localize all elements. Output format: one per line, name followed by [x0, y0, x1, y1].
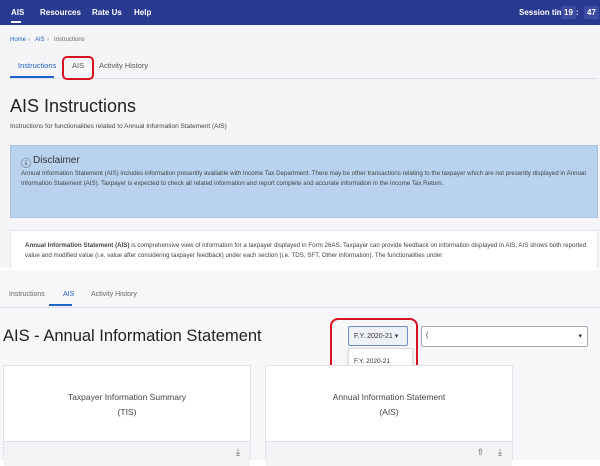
- second-select-value: (: [426, 332, 429, 339]
- breadcrumb-current: Instructions: [54, 37, 85, 43]
- about-ais-text: Annual Information Statement (AIS) is co…: [25, 241, 590, 261]
- nav-active-indicator: [11, 21, 21, 23]
- tab-divider: [0, 307, 600, 308]
- nav-resources[interactable]: Resources: [40, 8, 81, 17]
- disclaimer-text: Annual Information Statement (AIS) inclu…: [21, 170, 586, 187]
- ais-page-title: AIS - Annual Information Statement: [3, 327, 262, 345]
- second-select[interactable]: ( ▾: [421, 326, 588, 347]
- session-minutes: 19: [561, 6, 576, 19]
- ais-card[interactable]: Annual Information Statement (AIS) ⇧ ⤓: [265, 365, 513, 466]
- page-subtitle: Instructions for functionalities related…: [10, 123, 227, 130]
- tab-ais[interactable]: AIS: [63, 291, 74, 298]
- ais-screenshot: Instructions AIS Activity History AIS - …: [0, 270, 600, 466]
- top-navbar: AIS Resources Rate Us Help Session time …: [0, 0, 600, 25]
- info-icon: ⓘ: [21, 159, 31, 170]
- download-icon[interactable]: ⤓: [498, 447, 502, 458]
- breadcrumb-separator: ›: [47, 37, 49, 43]
- about-ais-bold: Annual Information Statement (AIS): [25, 242, 130, 249]
- tis-card-abbr: (TIS): [117, 407, 137, 417]
- ais-card-abbr: (AIS): [379, 407, 399, 417]
- upload-icon[interactable]: ⇧: [476, 447, 484, 458]
- nav-ais[interactable]: AIS: [11, 8, 24, 17]
- tis-card-title: Taxpayer Information Summary: [67, 392, 187, 402]
- caret-down-icon: ▾: [578, 333, 582, 340]
- tab-instructions[interactable]: Instructions: [9, 291, 45, 298]
- session-seconds: 47: [584, 6, 599, 19]
- tab-activity-history[interactable]: Activity History: [99, 61, 148, 70]
- breadcrumb-ais[interactable]: AIS: [35, 37, 45, 43]
- highlight-box-ais-tab: [62, 56, 94, 80]
- tis-card-footer: ⤓: [4, 441, 250, 466]
- tab-active-underline: [49, 304, 72, 306]
- download-icon[interactable]: ⤓: [236, 447, 240, 458]
- tab-instructions[interactable]: Instructions: [18, 61, 56, 70]
- breadcrumb-home[interactable]: Home: [10, 37, 26, 43]
- instructions-screenshot: AIS Resources Rate Us Help Session time …: [0, 0, 600, 268]
- breadcrumb-separator: ›: [28, 37, 30, 43]
- nav-help[interactable]: Help: [134, 8, 151, 17]
- disclaimer-title: Disclaimer: [33, 155, 80, 166]
- about-ais-box: Annual Information Statement (AIS) is co…: [10, 230, 598, 268]
- tab-divider: [10, 78, 598, 79]
- session-separator: :: [576, 8, 579, 17]
- page-title: AIS Instructions: [10, 96, 137, 116]
- ais-card-title: Annual Information Statement: [332, 392, 446, 402]
- tis-card[interactable]: Taxpayer Information Summary (TIS) ⤓: [3, 365, 251, 466]
- nav-rate-us[interactable]: Rate Us: [92, 8, 122, 17]
- tab-activity-history[interactable]: Activity History: [91, 291, 137, 298]
- disclaimer-box: ⓘ Disclaimer Annual Information Statemen…: [10, 145, 598, 218]
- ais-card-footer: ⇧ ⤓: [266, 441, 512, 466]
